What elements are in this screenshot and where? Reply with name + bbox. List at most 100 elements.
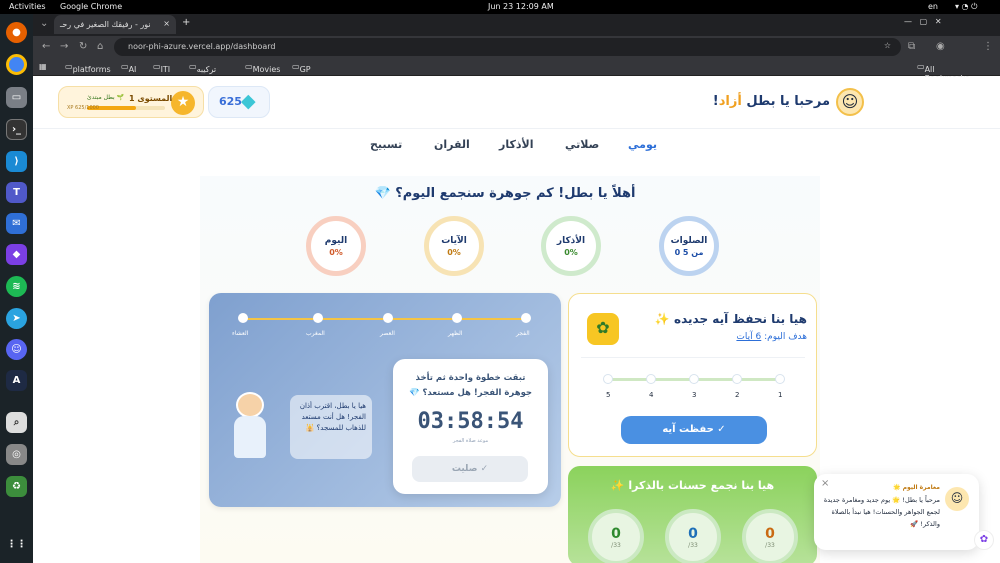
trash-icon[interactable]: ♻ <box>6 476 27 497</box>
teams-icon[interactable]: T <box>6 182 27 203</box>
verse-num-5: 5 <box>606 391 611 399</box>
user-name: أزاد <box>718 94 742 109</box>
reload-icon[interactable]: ↻ <box>79 41 87 52</box>
bookmark-gp[interactable]: ▭ GP <box>292 62 311 74</box>
telegram-icon[interactable]: ➤ <box>6 308 27 329</box>
countdown-label: موعد صلاة الفجر <box>452 438 489 444</box>
verse-tick-3[interactable] <box>689 374 699 384</box>
mail-icon[interactable]: ✉ <box>6 213 27 234</box>
tab-tasbeeh[interactable]: تسبيح <box>370 138 402 151</box>
address-bar[interactable]: noor-phi-azure.vercel.app/dashboard ☆ <box>114 38 901 56</box>
home-icon[interactable]: ⌂ <box>97 41 103 52</box>
tab-adhkar[interactable]: الأذكار <box>499 138 533 151</box>
verse-tick-5[interactable] <box>603 374 613 384</box>
magnifier-icon[interactable]: ⌕ <box>6 412 27 433</box>
new-tab-button[interactable]: + <box>182 17 190 28</box>
bookmark-movies[interactable]: ▭ Movies <box>245 62 280 74</box>
adhkar-counter-3[interactable]: 0/33 <box>588 509 644 563</box>
chrome-icon[interactable] <box>6 54 27 75</box>
gems-counter[interactable]: 625 ◆ <box>208 86 270 118</box>
kid-character <box>228 392 274 462</box>
keyboard-language[interactable]: en <box>928 2 938 11</box>
plant-icon: ✿ <box>587 313 619 345</box>
bookmark-psych[interactable]: ▭ تركيبه نفسيه <box>189 62 217 83</box>
stat-today[interactable]: اليوم 0% <box>306 216 366 276</box>
bookmark-star-icon[interactable]: ☆ <box>884 41 891 50</box>
step-dhuhr-dot[interactable] <box>452 313 462 323</box>
window-controls[interactable]: — ▢ ✕ <box>904 17 942 26</box>
stat-prayers[interactable]: الصلوات 0 من 5 <box>659 216 719 276</box>
profile-icon[interactable]: ◉ <box>936 41 945 52</box>
xp-text: XP 625/1000 <box>67 105 99 111</box>
verse-tick-4[interactable] <box>646 374 656 384</box>
obsidian-icon[interactable]: ◆ <box>6 244 27 265</box>
quran-title: هيا بنا نحفظ آيه جديده ✨ <box>654 312 807 326</box>
discord-icon[interactable]: ☺ <box>6 339 27 360</box>
android-studio-icon[interactable]: A <box>6 370 27 391</box>
adventure-popup: × ☺ مغامرة اليوم 🌟 مرحباً يا بطل! 🌟 يوم … <box>814 474 979 550</box>
disk-icon[interactable]: ◎ <box>6 444 27 465</box>
verse-tick-2[interactable] <box>732 374 742 384</box>
terminal-icon[interactable]: ›_ <box>6 119 27 140</box>
prayed-button[interactable]: صليت ✓ <box>412 456 528 482</box>
all-bookmarks[interactable]: ▭ All Bookmarks <box>917 62 969 83</box>
assistant-icon[interactable]: ✿ <box>974 530 994 550</box>
quran-card: ✿ هيا بنا نحفظ آيه جديده ✨ هدف اليوم: 6 … <box>568 293 817 457</box>
dock: ● ▭ ›_ ⟩ T ✉ ◆ ≋ ➤ ☺ A ⌕ ◎ ♻ ⋮⋮ <box>0 14 33 563</box>
verse-num-3: 3 <box>692 391 697 399</box>
app-grid-icon[interactable]: ⋮⋮ <box>6 534 27 555</box>
adhkar-counter-1[interactable]: 0/33 <box>742 509 798 563</box>
hero-title: أهلاً يا بطل! كم جوهرة سنجمع اليوم؟ 💎 <box>374 186 636 201</box>
avatar[interactable]: ☺ <box>836 88 864 116</box>
tab-daily[interactable]: يومي <box>628 138 657 151</box>
memorized-button[interactable]: حفظت آيه ✓ <box>621 416 767 444</box>
back-icon[interactable]: ← <box>42 41 50 52</box>
tab-search-icon[interactable]: ⌄ <box>40 18 48 29</box>
stat-adhkar[interactable]: الأذكار 0% <box>541 216 601 276</box>
level-card[interactable]: ★ المستوى 1 بطل مبتدئ 🌱 XP 625/1000 <box>58 86 204 118</box>
step-maghrib-dot[interactable] <box>313 313 323 323</box>
step-isha-dot[interactable] <box>238 313 248 323</box>
url-text: noor-phi-azure.vercel.app/dashboard <box>128 42 276 51</box>
kid-speech-bubble: هيا يا بطل، اقترب أذان الفجر! هل أنت مست… <box>290 395 372 459</box>
spotify-icon[interactable]: ≋ <box>6 276 27 297</box>
firefox-icon[interactable]: ● <box>6 22 27 43</box>
rank-label: بطل مبتدئ 🌱 <box>87 94 125 101</box>
tab-prayers[interactable]: صلاتي <box>565 138 599 151</box>
bookmark-ai[interactable]: ▭ AI <box>121 62 136 74</box>
popup-title: مغامرة اليوم 🌟 <box>893 484 940 491</box>
step-asr-dot[interactable] <box>383 313 393 323</box>
menu-icon[interactable]: ⋮ <box>983 41 993 52</box>
tab-quran[interactable]: القران <box>434 138 470 151</box>
close-tab-icon[interactable]: × <box>163 19 170 28</box>
bookmark-platforms[interactable]: ▭ platforms <box>65 62 111 74</box>
stat-verses[interactable]: الآيات 0% <box>424 216 484 276</box>
adhkar-counter-2[interactable]: 0/33 <box>665 509 721 563</box>
tab-title: نور - رفيقك الصغير في رحـ <box>60 20 151 29</box>
apps-icon[interactable]: ▦ <box>39 62 47 71</box>
activities-button[interactable]: Activities <box>9 2 46 11</box>
vscode-icon[interactable]: ⟩ <box>6 151 27 172</box>
bubble-text: هيا يا بطل، اقترب أذان الفجر! هل أنت مست… <box>299 402 366 432</box>
quran-goal: هدف اليوم: 6 آيات <box>736 332 807 342</box>
verse-tick-1[interactable] <box>775 374 785 384</box>
browser-tab[interactable]: نور - رفيقك الصغير في رحـ × <box>54 15 176 34</box>
app-menu[interactable]: Google Chrome <box>60 2 122 11</box>
step-isha-label: العشاء <box>232 330 249 337</box>
gems-count: 625 <box>219 95 242 108</box>
browser-tab-bar: ⌄ <box>33 14 1000 36</box>
countdown-heading: تبقت خطوة واحدة ثم تأخذ جوهرة الفجر! هل … <box>408 373 533 398</box>
step-fajr-dot[interactable] <box>521 313 531 323</box>
wifi-icon[interactable]: ▾ ◔ ⏻ <box>955 2 977 12</box>
forward-icon[interactable]: → <box>60 41 68 52</box>
extensions-icon[interactable]: ⧉ <box>908 41 915 52</box>
verse-num-4: 4 <box>649 391 654 399</box>
popup-body: مرحباً يا بطل! 🌟 يوم جديد ومغامرة جديدة … <box>823 496 940 528</box>
step-maghrib-label: المغرب <box>306 330 325 337</box>
bookmark-iti[interactable]: ▭ ITI <box>153 62 170 74</box>
system-top-bar: Activities Google Chrome Jun 23 12:09 AM… <box>0 0 1000 14</box>
clock[interactable]: Jun 23 12:09 AM <box>488 2 554 11</box>
countdown-card: تبقت خطوة واحدة ثم تأخذ جوهرة الفجر! هل … <box>393 359 548 494</box>
verse-num-2: 2 <box>735 391 740 399</box>
files-icon[interactable]: ▭ <box>6 87 27 108</box>
